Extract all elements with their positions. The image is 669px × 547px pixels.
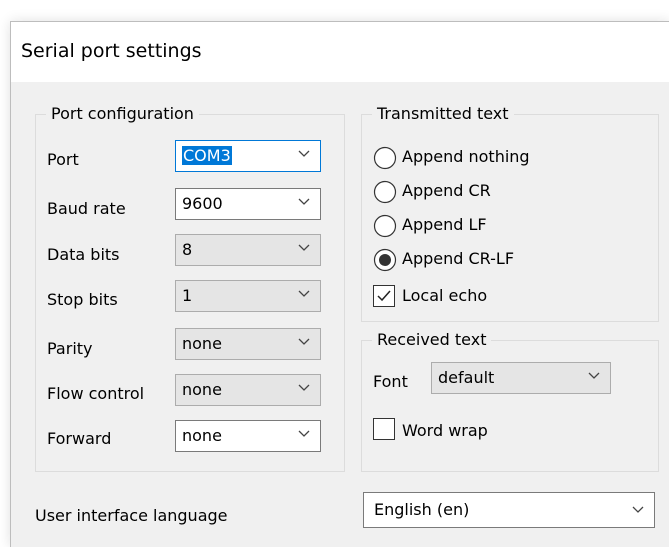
chevron-down-icon [298,430,310,437]
data-bits-value: 8 [182,240,193,259]
stop-bits-select[interactable]: 1 [175,280,321,312]
chevron-down-icon [298,244,310,251]
local-echo-checkbox[interactable] [373,285,395,307]
parity-select[interactable]: none [175,328,321,360]
radio-append-cr[interactable] [373,180,397,204]
font-value: default [438,368,495,387]
chevron-down-icon [298,150,310,157]
append-cr-label[interactable]: Append CR [402,181,491,200]
baud-rate-value: 9600 [182,194,223,213]
flow-control-select[interactable]: none [175,374,321,406]
flow-control-label: Flow control [47,384,145,403]
dialog-title: Serial port settings [21,40,202,62]
serial-port-settings-dialog: Serial port settings Port configuration … [10,21,669,547]
parity-value: none [182,334,222,353]
data-bits-select[interactable]: 8 [175,234,321,266]
port-value: COM3 [182,146,232,165]
baud-rate-select[interactable]: 9600 [175,188,321,220]
radio-append-lf[interactable] [373,214,397,238]
chevron-down-icon [298,384,310,391]
forward-select[interactable]: none [175,420,321,452]
port-configuration-legend: Port configuration [46,104,199,123]
port-select[interactable]: COM3 [175,140,321,172]
radio-append-nothing[interactable] [373,146,397,170]
forward-label: Forward [47,429,112,448]
append-lf-label[interactable]: Append LF [402,215,487,234]
stop-bits-label: Stop bits [47,290,118,309]
append-nothing-label[interactable]: Append nothing [402,147,530,166]
parity-label: Parity [47,339,93,358]
ui-language-label: User interface language [35,506,228,525]
word-wrap-label[interactable]: Word wrap [402,421,488,440]
word-wrap-checkbox[interactable] [373,418,395,440]
ui-language-select[interactable]: English (en) [363,492,655,528]
checkmark-icon [377,290,391,302]
radio-append-cr-lf[interactable] [373,248,397,272]
chevron-down-icon [298,290,310,297]
font-label: Font [373,372,408,391]
dialog-titlebar: Serial port settings [11,22,669,82]
local-echo-label[interactable]: Local echo [402,286,487,305]
stop-bits-value: 1 [182,286,193,305]
chevron-down-icon [588,372,600,379]
transmitted-text-legend: Transmitted text [372,104,514,123]
flow-control-value: none [182,380,222,399]
chevron-down-icon [298,338,310,345]
ui-language-value: English (en) [374,500,470,519]
font-select[interactable]: default [431,362,611,394]
baud-rate-label: Baud rate [47,199,126,218]
port-label: Port [47,150,79,169]
received-text-group: Received text [361,330,659,472]
forward-value: none [182,426,222,445]
chevron-down-icon [298,198,310,205]
append-cr-lf-label[interactable]: Append CR-LF [402,249,514,268]
chevron-down-icon [632,506,644,513]
data-bits-label: Data bits [47,245,120,264]
received-text-legend: Received text [372,330,492,349]
